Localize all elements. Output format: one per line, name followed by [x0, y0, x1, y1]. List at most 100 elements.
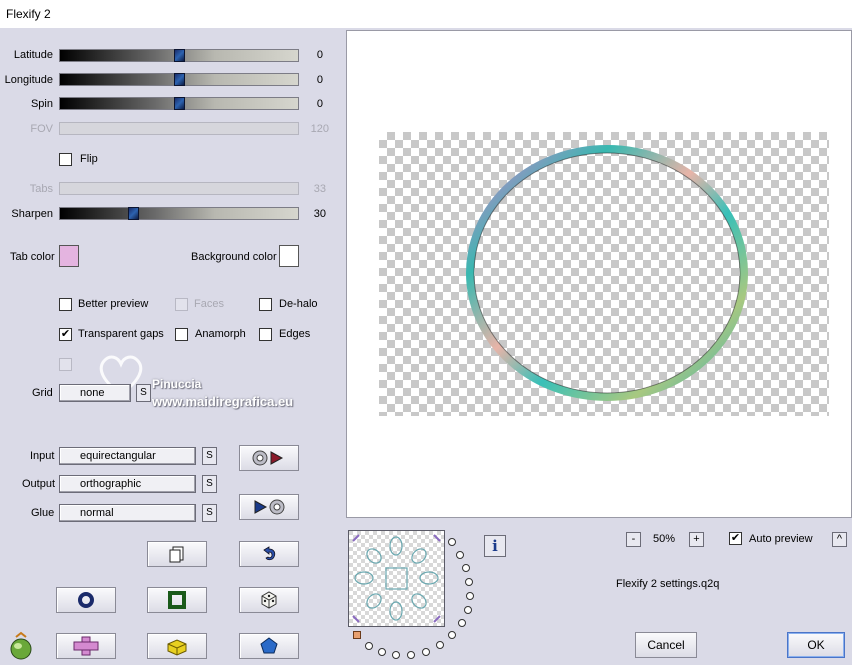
- watermark-name: Pinuccia: [152, 377, 202, 391]
- better-preview-checkbox[interactable]: [59, 298, 72, 311]
- zoom-in-button[interactable]: +: [689, 532, 704, 547]
- fov-label: FOV: [30, 123, 53, 135]
- copy-icon: [169, 546, 184, 563]
- square-button[interactable]: [147, 587, 207, 613]
- grid-label: Grid: [32, 387, 53, 399]
- edges-checkbox[interactable]: [259, 328, 272, 341]
- watermark-url: www.maidiregrafica.eu: [152, 394, 294, 409]
- dice-button[interactable]: [239, 587, 299, 613]
- preset-dot[interactable]: [422, 648, 430, 656]
- preset-dot[interactable]: [466, 592, 474, 600]
- square-icon: [168, 591, 186, 609]
- preset-dot[interactable]: [462, 564, 470, 572]
- preset-dot[interactable]: [365, 642, 373, 650]
- cancel-button[interactable]: Cancel: [635, 632, 697, 658]
- flip-checkbox[interactable]: [59, 153, 72, 166]
- zoom-out-button[interactable]: -: [626, 532, 641, 547]
- undo-button[interactable]: [239, 541, 299, 567]
- de-halo-checkbox[interactable]: [259, 298, 272, 311]
- output-select[interactable]: orthographic: [59, 475, 196, 493]
- flip-label: Flip: [80, 153, 98, 165]
- spin-label: Spin: [30, 98, 53, 110]
- navigator-thumbnail[interactable]: [348, 530, 445, 627]
- auto-preview-checkbox[interactable]: ✔: [729, 532, 742, 545]
- background-color-swatch[interactable]: [279, 245, 299, 267]
- tabs-value: 33: [313, 183, 326, 195]
- dice-icon: [261, 591, 277, 609]
- window-title: Flexify 2: [6, 7, 51, 21]
- pentagon-button[interactable]: [239, 633, 299, 659]
- cross-button[interactable]: [56, 633, 116, 659]
- spin-thumb[interactable]: [174, 97, 185, 110]
- tabs-label: Tabs: [29, 183, 53, 195]
- sharpen-thumb[interactable]: [128, 207, 139, 220]
- copy-button[interactable]: [147, 541, 207, 567]
- preset-square[interactable]: [353, 631, 361, 639]
- preset-dot[interactable]: [378, 648, 386, 656]
- glue-s-button[interactable]: S: [202, 504, 217, 522]
- glue-select[interactable]: normal: [59, 504, 196, 522]
- globe-play-button[interactable]: [239, 445, 299, 471]
- longitude-label: Longitude: [4, 74, 53, 86]
- latitude-thumb[interactable]: [174, 49, 185, 62]
- preset-dot[interactable]: [448, 538, 456, 546]
- globe-play-icon: [252, 450, 284, 466]
- preset-dot[interactable]: [448, 631, 456, 639]
- tabs-slider: [59, 182, 299, 195]
- navigator-preview: [349, 531, 444, 626]
- fov-slider: [59, 122, 299, 135]
- output-s-button[interactable]: S: [202, 475, 217, 493]
- faces-label: Faces: [194, 298, 224, 310]
- spin-value: 0: [316, 98, 323, 110]
- preset-dot[interactable]: [465, 578, 473, 586]
- brick-icon: [167, 639, 187, 656]
- play-globe-button[interactable]: [239, 494, 299, 520]
- tab-color-label: Tab color: [10, 251, 55, 263]
- cross-icon: [73, 636, 99, 656]
- longitude-value: 0: [316, 74, 323, 86]
- tab-color-swatch[interactable]: [59, 245, 79, 267]
- transparent-gaps-checkbox[interactable]: ✔: [59, 328, 72, 341]
- ring-button[interactable]: [56, 587, 116, 613]
- grid-s-button[interactable]: S: [136, 384, 151, 402]
- undo-icon: [263, 546, 276, 561]
- zoom-value: 50%: [653, 533, 676, 545]
- info-button[interactable]: i: [484, 535, 506, 557]
- anamorph-checkbox[interactable]: [175, 328, 188, 341]
- preset-dot[interactable]: [456, 551, 464, 559]
- preview-pane[interactable]: [346, 30, 852, 518]
- preset-dot[interactable]: [464, 606, 472, 614]
- title-bar: Flexify 2: [0, 0, 852, 28]
- transparent-gaps-label: Transparent gaps: [78, 328, 164, 340]
- latitude-slider[interactable]: [59, 49, 299, 62]
- play-globe-icon: [254, 499, 285, 515]
- longitude-thumb[interactable]: [174, 73, 185, 86]
- brick-button[interactable]: [147, 633, 207, 659]
- sharpen-slider[interactable]: [59, 207, 299, 220]
- preset-dot[interactable]: [458, 619, 466, 627]
- grid-select[interactable]: none: [59, 384, 131, 402]
- anamorph-label: Anamorph: [195, 328, 246, 340]
- logo-icon: [10, 631, 32, 660]
- input-select[interactable]: equirectangular: [59, 447, 196, 465]
- preset-dot[interactable]: [407, 651, 415, 659]
- ring-icon: [78, 592, 94, 608]
- input-s-button[interactable]: S: [202, 447, 217, 465]
- settings-filename: Flexify 2 settings.q2q: [616, 578, 720, 590]
- better-preview-label: Better preview: [78, 298, 149, 310]
- collapse-button[interactable]: ^: [832, 532, 847, 547]
- output-label: Output: [22, 478, 56, 490]
- longitude-slider[interactable]: [59, 73, 299, 86]
- edges-label: Edges: [279, 328, 311, 340]
- latitude-label: Latitude: [13, 49, 53, 61]
- preset-dot[interactable]: [392, 651, 400, 659]
- spin-slider[interactable]: [59, 97, 299, 110]
- ok-button[interactable]: OK: [787, 632, 845, 658]
- preset-dot[interactable]: [436, 641, 444, 649]
- sharpen-label: Sharpen: [11, 208, 53, 220]
- fov-value: 120: [310, 123, 329, 135]
- background-color-label: Background color: [191, 251, 277, 263]
- hidden-checkbox: [59, 358, 72, 371]
- sharpen-value: 30: [313, 208, 326, 220]
- auto-preview-label: Auto preview: [749, 533, 813, 545]
